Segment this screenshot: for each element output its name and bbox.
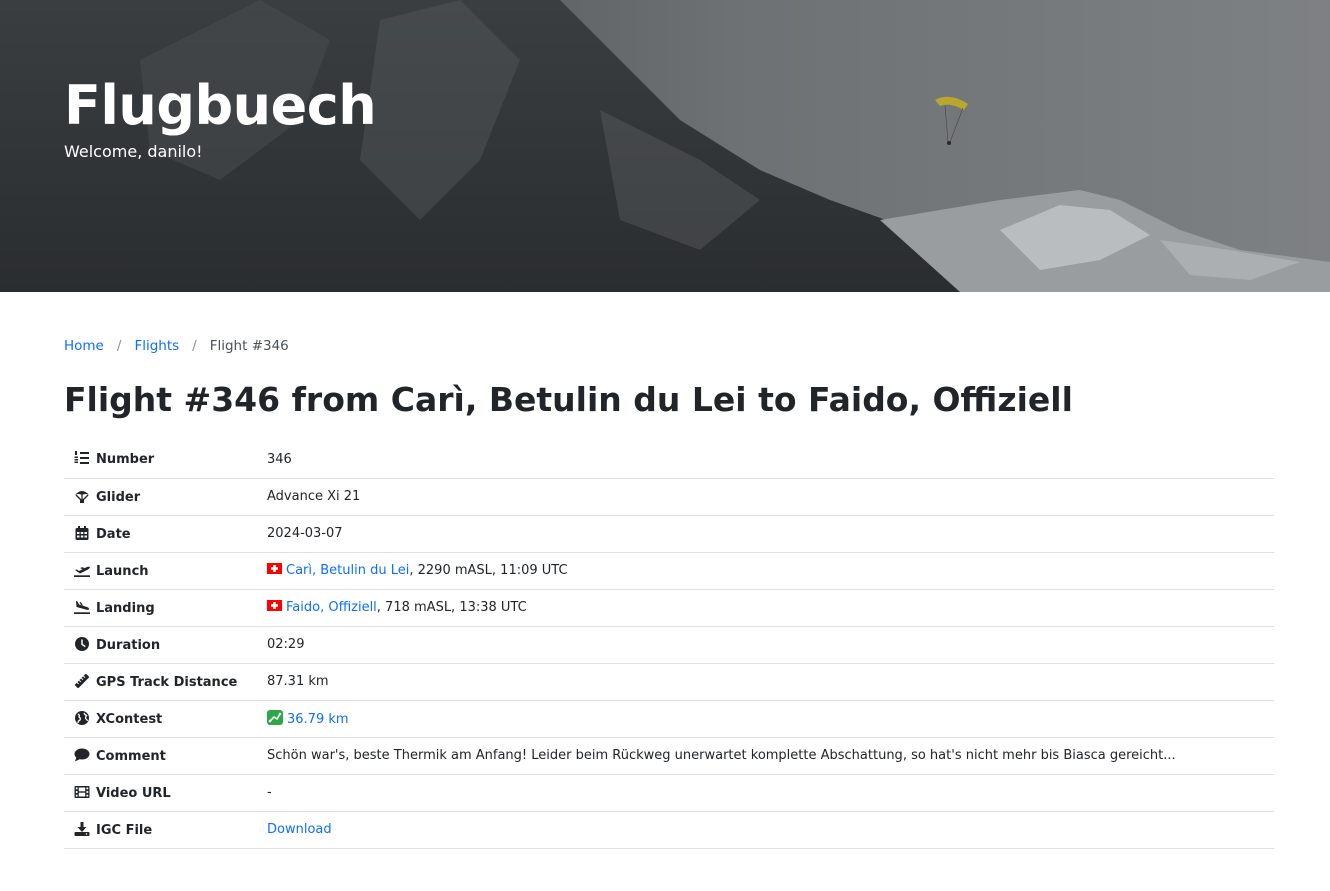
- plane-arrival-icon: [74, 600, 90, 614]
- flight-details-table: Number 346 Glider Advance Xi 21 Date 202…: [64, 441, 1274, 849]
- glider-label: Glider: [96, 489, 141, 505]
- xcontest-label-cell: XContest: [64, 700, 267, 738]
- site-title: Flugbuech: [64, 74, 377, 137]
- globe-icon: [75, 710, 89, 725]
- igc-file-label: IGC File: [96, 822, 153, 838]
- xcontest-link[interactable]: 36.79 km: [287, 712, 349, 727]
- launch-label-cell: Launch: [64, 552, 267, 590]
- glider-value: Advance Xi 21: [267, 478, 1274, 516]
- igc-file-label-cell: IGC File: [64, 811, 267, 849]
- xcontest-label: XContest: [96, 711, 163, 727]
- comment-value: Schön war's, beste Thermik am Anfang! Le…: [267, 737, 1274, 775]
- comment-icon: [74, 748, 90, 761]
- date-value: 2024-03-07: [267, 515, 1274, 553]
- xcontest-icon: [267, 710, 283, 725]
- number-label-cell: Number: [64, 441, 267, 479]
- breadcrumb-separator: /: [192, 338, 197, 354]
- table-row-comment: Comment Schön war's, beste Thermik am An…: [64, 737, 1274, 775]
- launch-label: Launch: [96, 563, 149, 579]
- welcome-message: Welcome, danilo!: [64, 142, 203, 161]
- video-url-label-cell: Video URL: [64, 774, 267, 812]
- table-row-glider: Glider Advance Xi 21: [64, 478, 1274, 516]
- parachute-icon: [75, 490, 89, 503]
- table-row-gps-distance: GPS Track Distance 87.31 km: [64, 663, 1274, 701]
- table-row-number: Number 346: [64, 441, 1274, 479]
- plane-departure-icon: [74, 566, 90, 577]
- igc-download-link[interactable]: Download: [267, 822, 332, 837]
- table-row-video-url: Video URL -: [64, 774, 1274, 812]
- breadcrumb: Home / Flights / Flight #346: [64, 338, 289, 354]
- number-label: Number: [96, 452, 155, 468]
- landing-label: Landing: [96, 600, 155, 616]
- swiss-flag-icon: [267, 600, 282, 611]
- gps-distance-value: 87.31 km: [267, 663, 1274, 701]
- launch-value: Carì, Betulin du Lei, 2290 mASL, 11:09 U…: [267, 552, 1274, 590]
- landing-info: , 718 mASL, 13:38 UTC: [376, 600, 527, 615]
- launch-info: , 2290 mASL, 11:09 UTC: [409, 563, 568, 578]
- comment-label-cell: Comment: [64, 737, 267, 775]
- landing-location-link[interactable]: Faido, Offiziell: [286, 600, 377, 615]
- xcontest-value: 36.79 km: [267, 700, 1274, 738]
- gps-distance-label: GPS Track Distance: [96, 674, 238, 690]
- glider-label-cell: Glider: [64, 478, 267, 516]
- breadcrumb-flights-link[interactable]: Flights: [134, 338, 179, 354]
- swiss-flag-icon: [267, 563, 282, 574]
- video-url-label: Video URL: [96, 785, 171, 801]
- table-row-igc-file: IGC File Download: [64, 811, 1274, 849]
- ruler-icon: [74, 673, 90, 688]
- landing-label-cell: Landing: [64, 589, 267, 627]
- list-ol-icon: [74, 451, 89, 465]
- clock-icon: [75, 636, 89, 651]
- calendar-icon: [75, 525, 89, 540]
- video-url-value: -: [267, 774, 1274, 812]
- launch-location-link[interactable]: Carì, Betulin du Lei: [286, 563, 409, 578]
- page-title: Flight #346 from Carì, Betulin du Lei to…: [64, 380, 1073, 419]
- table-row-launch: Launch Carì, Betulin du Lei, 2290 mASL, …: [64, 552, 1274, 590]
- duration-label: Duration: [96, 637, 161, 653]
- breadcrumb-separator: /: [116, 338, 122, 354]
- comment-label: Comment: [96, 748, 166, 764]
- duration-label-cell: Duration: [64, 626, 267, 664]
- table-row-landing: Landing Faido, Offiziell, 718 mASL, 13:3…: [64, 589, 1274, 627]
- table-row-xcontest: XContest 36.79 km: [64, 700, 1274, 738]
- breadcrumb-current: Flight #346: [209, 338, 289, 354]
- download-icon: [74, 821, 90, 836]
- breadcrumb-home-link[interactable]: Home: [64, 338, 104, 354]
- gps-distance-label-cell: GPS Track Distance: [64, 663, 267, 701]
- date-label-cell: Date: [64, 515, 267, 553]
- table-row-duration: Duration 02:29: [64, 626, 1274, 664]
- number-value: 346: [267, 441, 1274, 479]
- duration-value: 02:29: [267, 626, 1274, 664]
- date-label: Date: [96, 526, 131, 542]
- hero-banner: Flugbuech Welcome, danilo!: [0, 0, 1330, 292]
- table-row-date: Date 2024-03-07: [64, 515, 1274, 553]
- igc-file-value: Download: [267, 811, 1274, 849]
- landing-value: Faido, Offiziell, 718 mASL, 13:38 UTC: [267, 589, 1274, 627]
- film-icon: [74, 785, 90, 798]
